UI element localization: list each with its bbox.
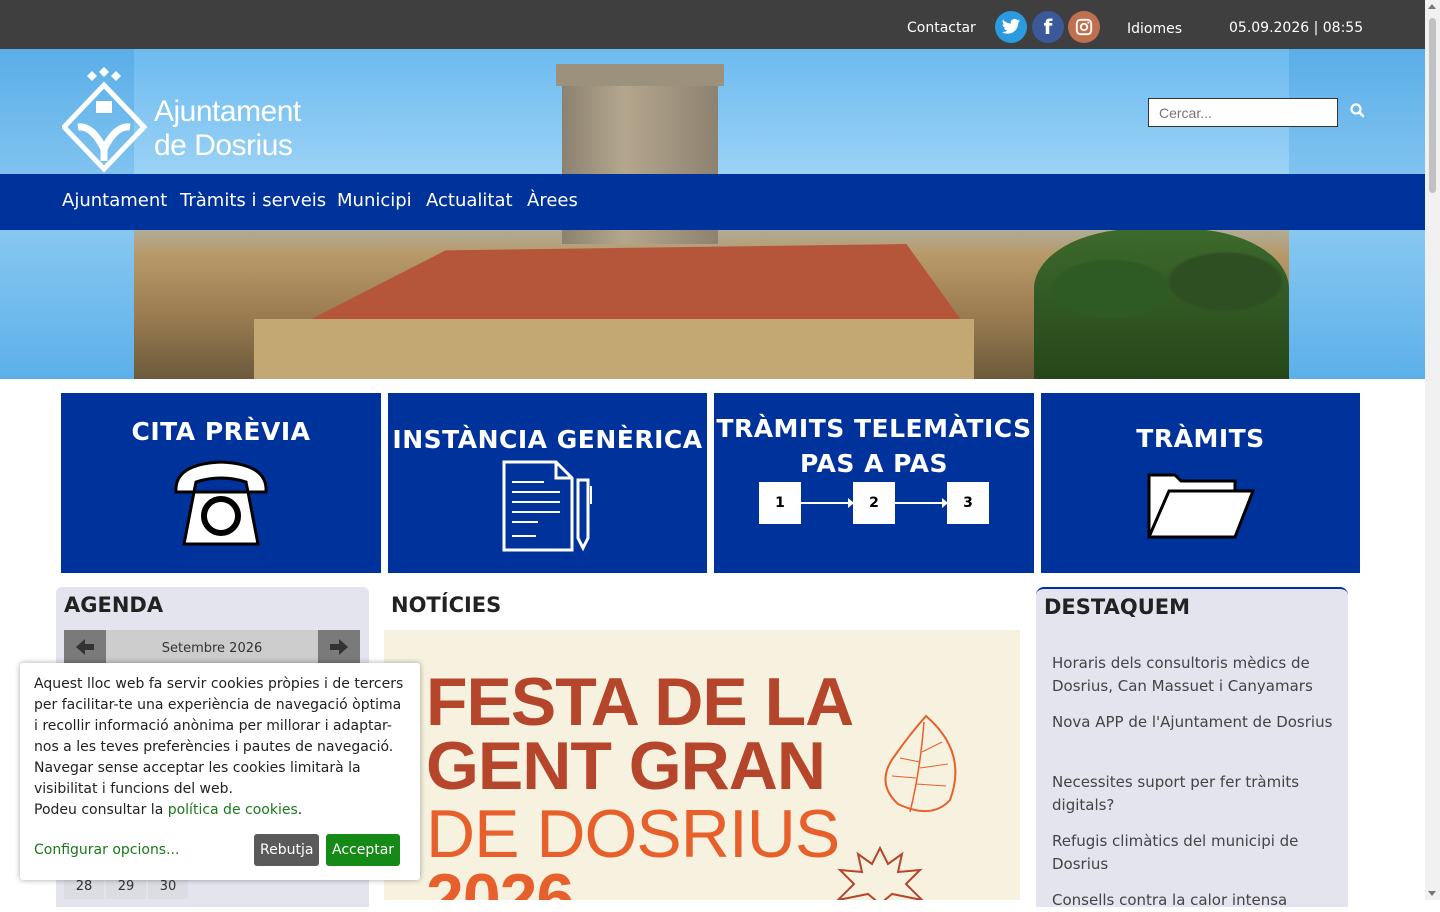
news-title: NOTÍCIES <box>391 593 502 617</box>
languages-menu[interactable]: Idiomes <box>1127 21 1182 37</box>
twitter-icon[interactable] <box>995 11 1027 43</box>
destaquem-link[interactable]: Consells contra la calor intensa <box>1052 889 1337 912</box>
maple-leaf-icon <box>836 845 924 900</box>
step-1: 1 <box>759 482 801 524</box>
date-time: 05.09.2026 | 08:55 <box>1229 20 1364 36</box>
cookie-text-line: Navegar sense acceptar les cookies limit… <box>34 760 361 776</box>
destaquem-panel: DESTAQUEM Horaris dels consultoris mèdic… <box>1036 587 1348 909</box>
photo-roof <box>301 244 964 324</box>
news-image-line-1: FESTA DE LA <box>426 664 854 740</box>
photo-wall <box>254 319 974 379</box>
top-bar: Contactar f Idiomes 05.09.2026 | 08:55 <box>0 0 1425 49</box>
cookie-text-line: per facilitar-te una experiència de nave… <box>34 697 402 713</box>
tile-instancia-generica[interactable]: INSTÀNCIA GENÈRICA <box>388 393 707 573</box>
page-scrollbar[interactable] <box>1425 0 1440 900</box>
main-nav: Ajuntament Tràmits i serveis Municipi Ac… <box>0 174 1425 230</box>
logo-line-1: Ajuntament <box>154 95 301 128</box>
nav-item-municipi[interactable]: Municipi <box>337 190 412 211</box>
reject-button[interactable]: Rebutja <box>254 834 320 866</box>
scrollbar-thumb[interactable] <box>1429 18 1436 193</box>
cookie-text-suffix: . <box>297 802 303 818</box>
cookie-text-prefix: Podeu consultar la <box>34 802 168 818</box>
tile-title-line-1: TRÀMITS TELEMÀTICS <box>716 414 1032 443</box>
photo-trees <box>1034 229 1289 379</box>
tile-tramits[interactable]: TRÀMITS <box>1041 393 1360 573</box>
destaquem-link[interactable]: Horaris dels consultoris mèdics de Dosri… <box>1052 652 1337 698</box>
destaquem-link[interactable]: Necessites suport per fer tràmits digita… <box>1052 771 1337 817</box>
logo-line-2: de Dosrius <box>154 129 293 162</box>
search-icon[interactable] <box>1349 102 1367 120</box>
scroll-down-arrow-icon[interactable] <box>1428 891 1436 896</box>
configure-options-link[interactable]: Configurar opcions... <box>34 840 179 861</box>
nav-item-arees[interactable]: Àrees <box>527 190 578 211</box>
news-image-line-2: GENT GRAN <box>426 728 826 804</box>
nav-item-tramits-serveis[interactable]: Tràmits i serveis <box>180 190 326 211</box>
facebook-icon[interactable]: f <box>1032 11 1064 43</box>
agenda-title: AGENDA <box>64 593 164 617</box>
instagram-icon[interactable] <box>1068 11 1100 43</box>
news-image-line-3: DE DOSRIUS <box>426 796 840 872</box>
logo-emblem-icon <box>60 67 148 173</box>
step-2: 2 <box>853 482 895 524</box>
tile-tramits-telematics[interactable]: TRÀMITS TELEMÀTICS PAS A PAS 1 2 3 <box>714 393 1034 573</box>
tile-title: CITA PRÈVIA <box>131 417 311 446</box>
search-input[interactable] <box>1148 98 1338 127</box>
folder-icon <box>1146 473 1255 539</box>
site-logo[interactable]: Ajuntament de Dosrius <box>60 65 301 175</box>
destaquem-title: DESTAQUEM <box>1044 595 1190 619</box>
logo-text: Ajuntament de Dosrius <box>154 95 301 163</box>
arrow-right-icon <box>330 639 348 655</box>
calendar-header: Setembre 2026 <box>64 630 360 666</box>
news-image[interactable]: FESTA DE LA GENT GRAN DE DOSRIUS 2026 <box>384 630 1020 900</box>
cookie-banner: Aquest lloc web fa servir cookies pròpie… <box>20 663 420 880</box>
cookie-policy-link[interactable]: política de cookies <box>168 802 298 818</box>
destaquem-link[interactable]: Refugis climàtics del municipi de Dosriu… <box>1052 830 1337 876</box>
contact-link[interactable]: Contactar <box>907 20 976 36</box>
scroll-up-arrow-icon[interactable] <box>1428 4 1436 9</box>
news-image-line-4: 2026 <box>426 860 574 900</box>
cookie-text-line: visibilitat i funcions del web. <box>34 781 233 797</box>
tile-title: INSTÀNCIA GENÈRICA <box>392 425 703 454</box>
document-pen-icon <box>502 460 592 552</box>
tile-cita-previa[interactable]: CITA PRÈVIA <box>61 393 381 573</box>
tile-title: TRÀMITS <box>1136 424 1265 453</box>
leaf-icon <box>884 714 957 813</box>
calendar-next-button[interactable] <box>318 630 360 664</box>
cookie-policy-line: Podeu consultar la política de cookies. <box>34 800 406 821</box>
destaquem-link[interactable]: Nova APP de l'Ajuntament de Dosrius <box>1052 711 1337 734</box>
cookie-text-line: i recollir informació anònima per millor… <box>34 718 392 734</box>
accept-button[interactable]: Acceptar <box>326 834 401 866</box>
tile-title-line-2: PAS A PAS <box>799 449 949 478</box>
cookie-text-line: Aquest lloc web fa servir cookies pròpie… <box>34 676 404 692</box>
calendar-month: Setembre 2026 <box>161 641 263 656</box>
cookie-text-line: nos a les teves preferències i pautes de… <box>34 739 394 755</box>
steps-diagram: 1 2 3 <box>714 481 1034 541</box>
nav-item-ajuntament[interactable]: Ajuntament <box>62 190 167 211</box>
nav-item-actualitat[interactable]: Actualitat <box>426 190 513 211</box>
step-3: 3 <box>947 482 989 524</box>
telephone-icon <box>174 460 268 546</box>
